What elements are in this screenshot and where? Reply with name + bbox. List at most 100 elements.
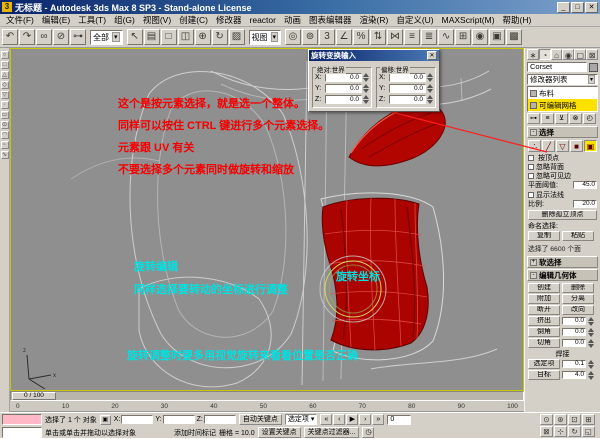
ignore-visible-edges-checkbox[interactable]: 忽略可见边: [528, 171, 597, 180]
reactor-tool-8[interactable]: ⊙: [1, 121, 9, 129]
axis-value-field[interactable]: 0.0: [325, 73, 362, 82]
red-cloth-piece-upper[interactable]: [349, 103, 445, 165]
tab-modify[interactable]: ◔: [539, 49, 551, 60]
edit-geometry-button[interactable]: 切角: [528, 338, 560, 348]
planar-threshold-field[interactable]: 45.0: [573, 181, 597, 189]
edge-mode-icon[interactable]: ╱: [542, 140, 555, 152]
material-editor-icon[interactable]: ◉: [472, 29, 488, 45]
zoom-region-icon[interactable]: ⊠: [540, 426, 553, 437]
menu-item[interactable]: 编辑(E): [38, 14, 74, 26]
reactor-tool-7[interactable]: ▭: [1, 111, 9, 119]
edit-geometry-button[interactable]: 创建: [528, 283, 560, 293]
axis-value-field[interactable]: 0.0: [325, 84, 362, 93]
spinner-icon[interactable]: [363, 84, 369, 93]
menu-item[interactable]: 修改器: [212, 14, 246, 26]
value-field[interactable]: 0.0: [562, 328, 586, 336]
maxscript-mini-listener[interactable]: [2, 414, 42, 425]
delete-isolated-vertices-button[interactable]: 删除孤立顶点: [528, 210, 597, 220]
arc-rotate-icon[interactable]: ↻: [568, 426, 581, 437]
modifier-list-dropdown[interactable]: 修改器列表 ▾: [527, 74, 598, 85]
mirror-icon[interactable]: ⋈: [387, 29, 403, 45]
stack-item-cloth[interactable]: 布料: [528, 87, 597, 99]
track-bar[interactable]: 0102030405060708090100: [10, 401, 524, 412]
object-name-field[interactable]: Corset: [527, 62, 587, 72]
spinner-icon[interactable]: [588, 317, 594, 326]
value-field[interactable]: 0.0: [562, 317, 586, 325]
edit-geometry-button[interactable]: 倒角: [528, 327, 560, 337]
pin-stack-icon[interactable]: ⊶: [527, 113, 540, 124]
weld-button[interactable]: 选定项: [528, 359, 560, 369]
menu-item[interactable]: MAXScript(M): [438, 15, 499, 25]
soft-selection-rollout-header[interactable]: + 软选择: [527, 256, 598, 268]
spinner-icon[interactable]: [588, 328, 594, 337]
value-field[interactable]: 0.1: [562, 360, 586, 368]
percent-snap-icon[interactable]: %: [353, 29, 369, 45]
curve-editor-icon[interactable]: ∿: [438, 29, 454, 45]
selection-lock-icon[interactable]: ▣: [100, 415, 111, 425]
menu-item[interactable]: 文件(F): [2, 14, 38, 26]
play-icon[interactable]: ▶: [346, 414, 358, 425]
show-normals-checkbox[interactable]: 显示法线: [528, 190, 597, 199]
spinner-icon[interactable]: [588, 339, 594, 348]
select-and-manipulate-icon[interactable]: ⊚: [302, 29, 318, 45]
spinner-icon[interactable]: [588, 360, 594, 369]
tab-hierarchy[interactable]: ⌂: [551, 49, 563, 60]
element-mode-icon[interactable]: ▣: [584, 140, 597, 152]
maximize-button[interactable]: □: [571, 2, 584, 13]
window-crossing-icon[interactable]: ◫: [178, 29, 194, 45]
quick-render-icon[interactable]: ▩: [506, 29, 522, 45]
tab-motion[interactable]: ◉: [562, 49, 574, 60]
axis-value-field[interactable]: 0.0: [389, 73, 426, 82]
face-mode-icon[interactable]: ▽: [556, 140, 569, 152]
maximize-viewport-icon[interactable]: ◱: [582, 426, 595, 437]
menu-item[interactable]: 渲染(R): [356, 14, 393, 26]
axis-value-field[interactable]: 0.0: [389, 95, 426, 104]
configure-modifier-sets-icon[interactable]: ◴: [583, 113, 596, 124]
auto-key-button[interactable]: 自动关键点: [239, 414, 282, 425]
go-to-start-icon[interactable]: «: [320, 414, 332, 425]
zoom-all-icon[interactable]: ⊛: [554, 414, 567, 425]
spinner-icon[interactable]: [427, 73, 433, 82]
vertex-mode-icon[interactable]: ∴: [528, 140, 541, 152]
spinner-icon[interactable]: [588, 371, 594, 380]
axis-value-field[interactable]: 0.0: [389, 84, 426, 93]
dialog-close-button[interactable]: ✕: [427, 51, 437, 60]
reactor-tool-5[interactable]: ▽: [1, 91, 9, 99]
select-and-rotate-icon[interactable]: ↻: [212, 29, 228, 45]
tab-display[interactable]: ▢: [574, 49, 586, 60]
edit-geometry-button[interactable]: 分离: [562, 294, 594, 304]
spinner-icon[interactable]: [363, 73, 369, 82]
edit-geometry-button[interactable]: 挤出: [528, 316, 560, 326]
spinner-snap-icon[interactable]: ⇅: [370, 29, 386, 45]
copy-button[interactable]: 复制: [528, 231, 560, 241]
spinner-icon[interactable]: [427, 95, 433, 104]
selected-dropdown[interactable]: 选定项▾: [285, 414, 318, 425]
coordinate-field[interactable]: [163, 415, 195, 424]
minimize-button[interactable]: _: [557, 2, 570, 13]
coordinate-field[interactable]: [121, 415, 153, 424]
normals-scale-field[interactable]: 20.0: [573, 200, 597, 208]
reactor-tool-11[interactable]: ∿: [1, 151, 9, 159]
select-by-name-icon[interactable]: ▤: [144, 29, 160, 45]
reactor-tool-3[interactable]: △: [1, 71, 9, 79]
menu-item[interactable]: 视图(V): [139, 14, 175, 26]
reactor-tool-1[interactable]: ○: [1, 51, 9, 59]
reference-coordinate-dropdown[interactable]: 视图 ▾: [249, 30, 282, 45]
schematic-view-icon[interactable]: ⊞: [455, 29, 471, 45]
tab-create[interactable]: ∗: [527, 49, 539, 60]
coordinate-field[interactable]: [204, 415, 236, 424]
zoom-icon[interactable]: ⊙: [540, 414, 553, 425]
close-button[interactable]: ✕: [585, 2, 598, 13]
axis-value-field[interactable]: 0.0: [325, 95, 362, 104]
reactor-tool-6[interactable]: ◦: [1, 101, 9, 109]
selection-rollout-header[interactable]: - 选择: [527, 126, 598, 138]
align-icon[interactable]: ≡: [404, 29, 420, 45]
edit-geometry-rollout-header[interactable]: - 编辑几何体: [527, 269, 598, 281]
edit-geometry-button[interactable]: 附加: [528, 294, 560, 304]
layer-manager-icon[interactable]: ≣: [421, 29, 437, 45]
menu-item[interactable]: 动画: [280, 14, 305, 26]
current-frame-field[interactable]: 0: [387, 415, 411, 425]
select-and-scale-icon[interactable]: ▨: [229, 29, 245, 45]
make-unique-icon[interactable]: ⊻: [555, 113, 568, 124]
select-and-link-icon[interactable]: ∞: [36, 29, 52, 45]
